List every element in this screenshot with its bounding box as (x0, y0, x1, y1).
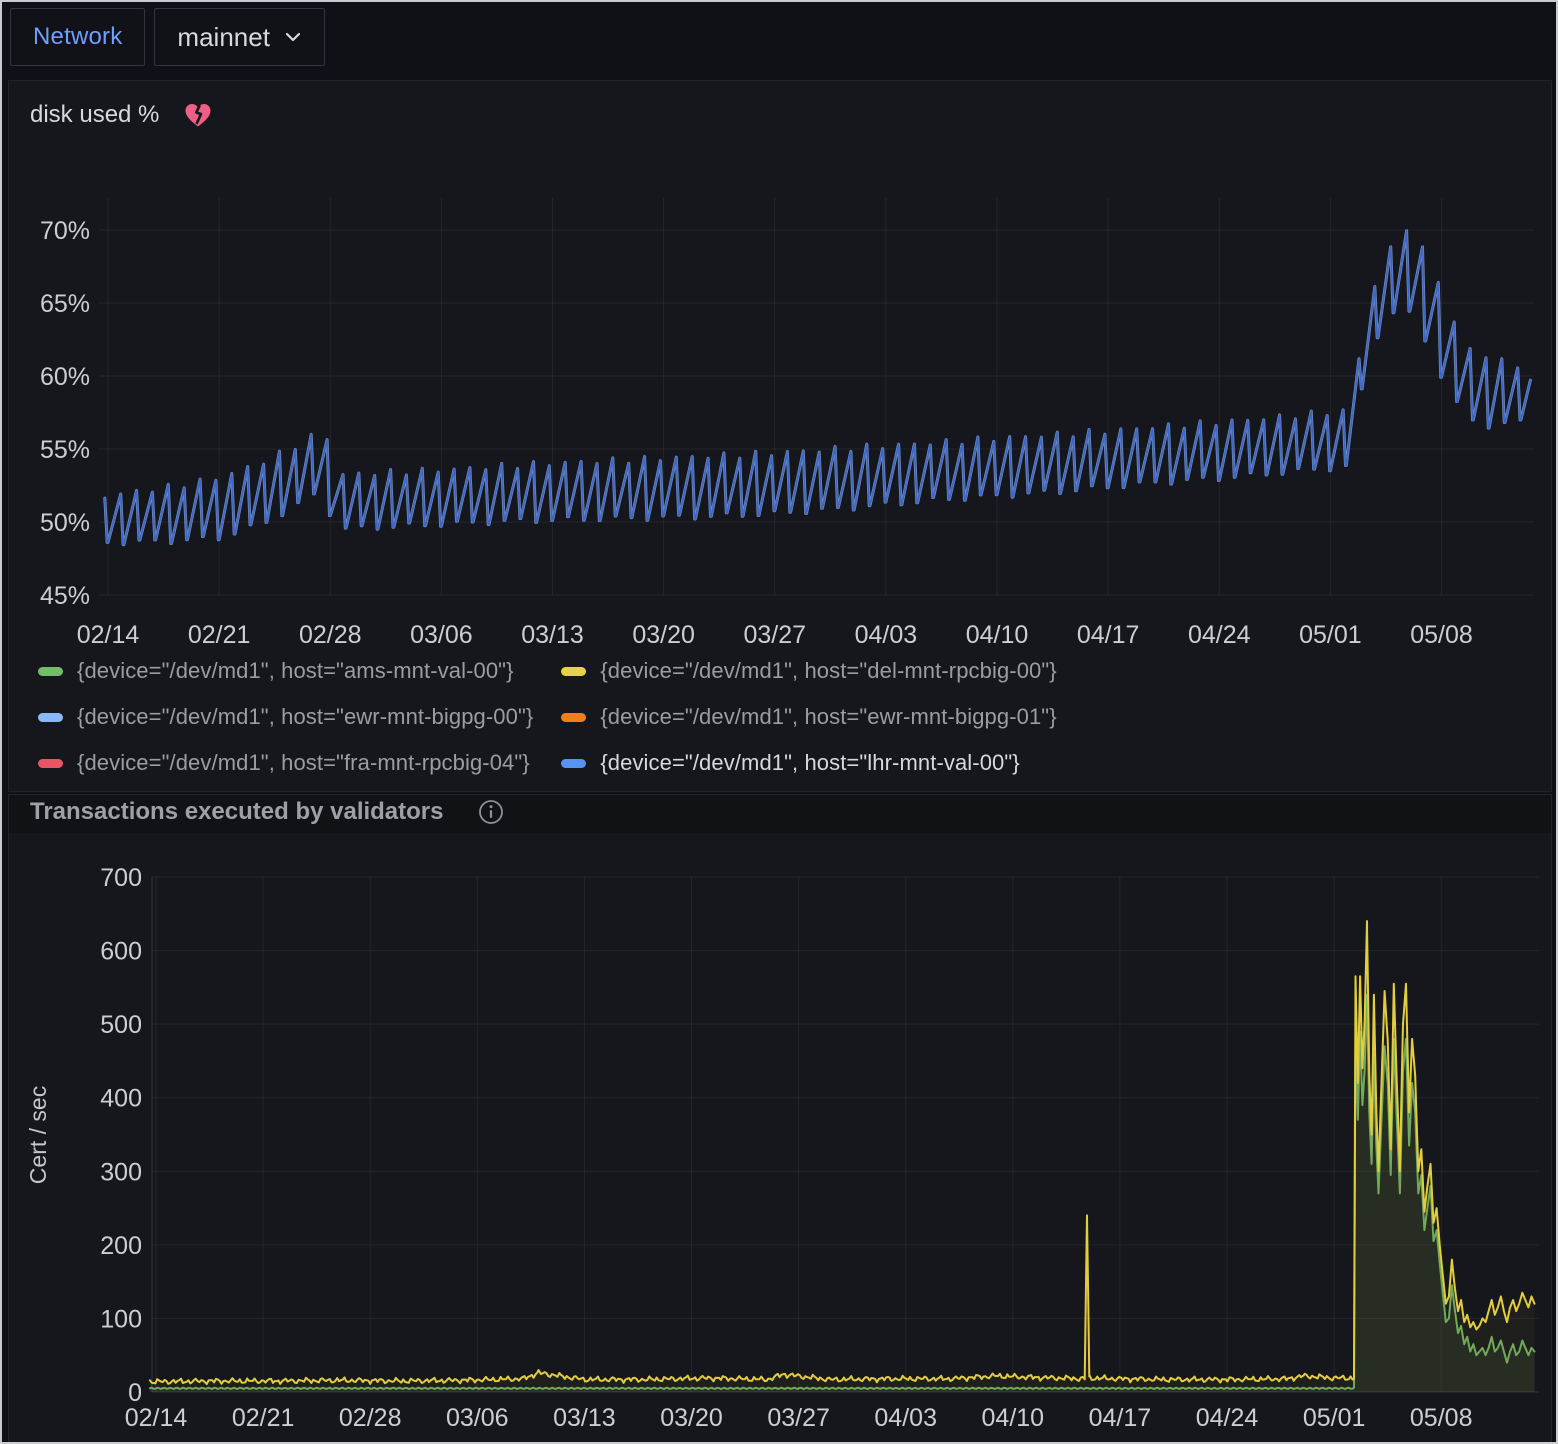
legend-series-marker (561, 667, 586, 676)
panel-title-transactions[interactable]: Transactions executed by validators (30, 798, 444, 826)
variable-bar: Network mainnet (10, 8, 325, 66)
legend-series-label: {device="/dev/md1", host="ewr-mnt-bigpg-… (77, 704, 533, 730)
grafana-dashboard: Network mainnet 45%50%55%60%65%70%02/140… (0, 0, 1558, 1444)
variable-label: Network (33, 23, 122, 51)
legend-series-label: {device="/dev/md1", host="ams-mnt-val-00… (77, 658, 514, 684)
legend-series-label: {device="/dev/md1", host="lhr-mnt-val-00… (600, 750, 1019, 776)
legend: {device="/dev/md1", host="ams-mnt-val-00… (38, 658, 1057, 776)
legend-series-label: {device="/dev/md1", host="fra-mnt-rpcbig… (77, 750, 530, 776)
disk-used-panel-title-row: disk used % (30, 100, 213, 130)
legend-series-marker (561, 759, 586, 768)
legend-series-label: {device="/dev/md1", host="del-mnt-rpcbig… (600, 658, 1056, 684)
broken-heart-icon (183, 100, 213, 130)
legend-item[interactable]: {device="/dev/md1", host="lhr-mnt-val-00… (561, 750, 1056, 776)
legend-series-label: {device="/dev/md1", host="ewr-mnt-bigpg-… (600, 704, 1056, 730)
legend-item[interactable]: {device="/dev/md1", host="fra-mnt-rpcbig… (38, 750, 533, 776)
legend-series-marker (38, 759, 63, 768)
legend-item[interactable]: {device="/dev/md1", host="ewr-mnt-bigpg-… (561, 704, 1056, 730)
legend-series-marker (38, 667, 63, 676)
legend-series-marker (561, 713, 586, 722)
legend-series-marker (38, 713, 63, 722)
variable-label-box: Network (10, 8, 145, 66)
chevron-down-icon (284, 31, 302, 43)
legend-item[interactable]: {device="/dev/md1", host="ams-mnt-val-00… (38, 658, 533, 684)
transactions-panel-title-row: Transactions executed by validators (30, 798, 504, 826)
legend-item[interactable]: {device="/dev/md1", host="ewr-mnt-bigpg-… (38, 704, 533, 730)
network-variable-dropdown[interactable]: mainnet (154, 8, 325, 66)
info-icon[interactable] (478, 799, 504, 825)
panel-title-disk-used[interactable]: disk used % (30, 101, 159, 129)
legend-item[interactable]: {device="/dev/md1", host="del-mnt-rpcbig… (561, 658, 1056, 684)
transactions-panel (8, 794, 1552, 1442)
variable-value: mainnet (177, 22, 270, 53)
